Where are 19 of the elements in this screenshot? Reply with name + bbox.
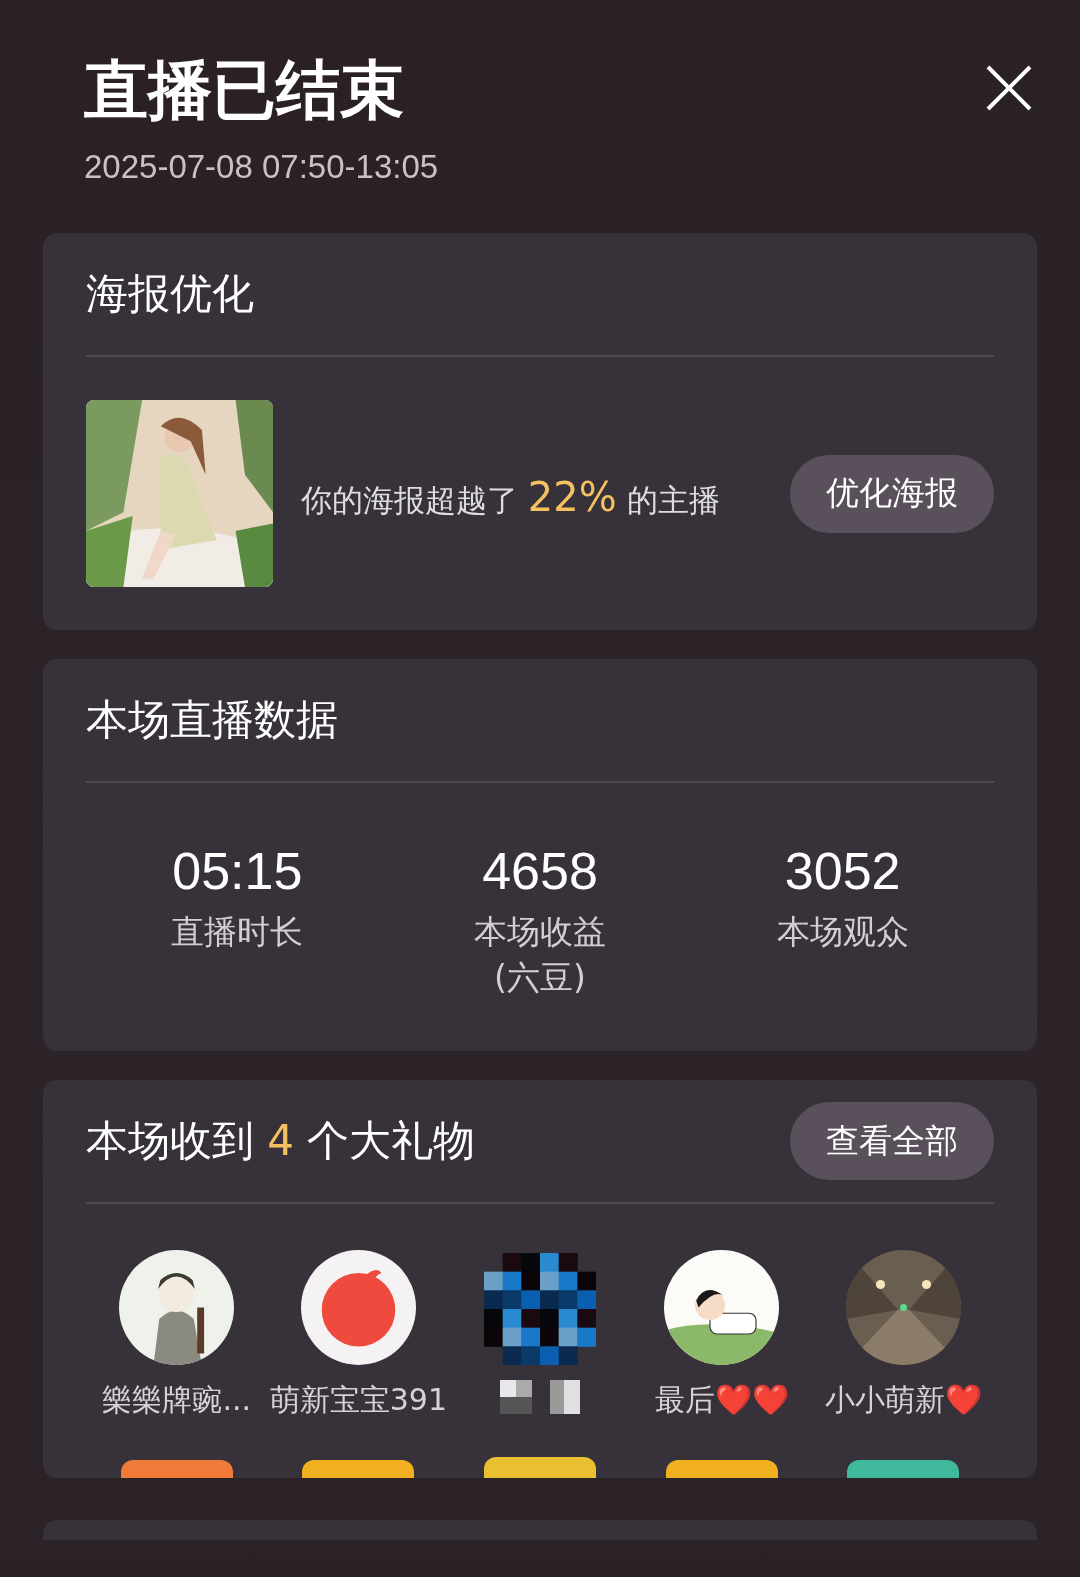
sender-name: 萌新宝宝391 bbox=[269, 1381, 447, 1419]
stat-label: 本场观众 bbox=[776, 911, 909, 953]
sender-name: 樂樂牌豌... bbox=[102, 1381, 252, 1419]
sender-name: 小小萌新❤ bbox=[824, 1381, 982, 1419]
optimize-poster-button[interactable]: 优化海报 bbox=[790, 454, 994, 533]
sender-name: 最后❤❤ bbox=[654, 1381, 789, 1419]
card-title: 本场收到 4 个大礼物 bbox=[86, 1115, 476, 1167]
stat-value: 3052 bbox=[784, 841, 901, 901]
close-icon[interactable] bbox=[986, 65, 1032, 111]
card-title: 海报优化 bbox=[86, 268, 254, 320]
stat-value: 4658 bbox=[482, 841, 598, 901]
view-all-button[interactable]: 查看全部 bbox=[790, 1102, 994, 1180]
card-title: 本场直播数据 bbox=[86, 694, 338, 746]
stat-label: 本场收益 (六豆) bbox=[474, 911, 606, 999]
page-title: 直播已结束 bbox=[84, 52, 405, 129]
stat-value: 05:15 bbox=[172, 841, 303, 901]
poster-rank-text: 你的海报超越了 22% 的主播 bbox=[301, 473, 721, 522]
stat-label: 直播时长 bbox=[171, 911, 304, 953]
time-range: 2025-07-08 07:50-13:05 bbox=[84, 147, 439, 187]
